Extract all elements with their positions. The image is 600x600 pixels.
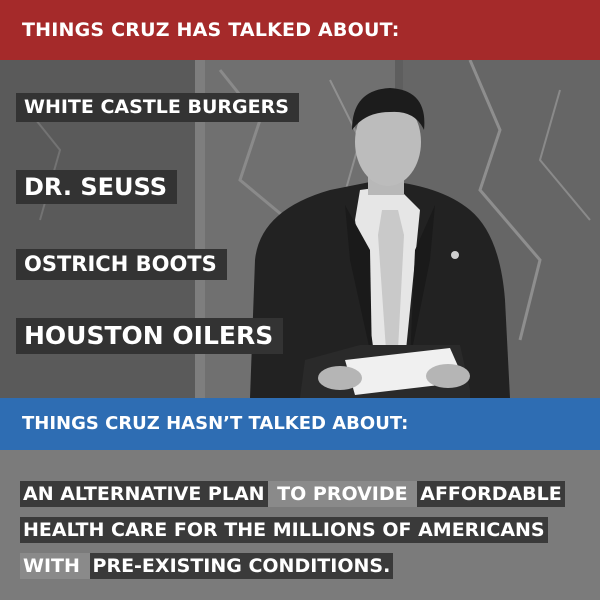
middle-banner: THINGS CRUZ HASN’T TALKED ABOUT: (0, 398, 600, 450)
statement-line-2: HEALTH CARE FOR THE MILLIONS OF AMERICAN… (20, 512, 590, 548)
statement-fragment: AFFORDABLE (417, 481, 565, 507)
statement-fragment: WITH (20, 553, 90, 579)
talked-item-ostrich-boots: OSTRICH BOOTS (16, 249, 227, 281)
talked-item-dr-seuss: DR. SEUSS (16, 170, 177, 205)
statement-fragment: AN ALTERNATIVE PLAN (20, 481, 268, 507)
not-talked-about-heading: THINGS CRUZ HASN’T TALKED ABOUT: (22, 413, 409, 434)
talked-about-heading: THINGS CRUZ HAS TALKED ABOUT: (22, 19, 400, 41)
top-banner: THINGS CRUZ HAS TALKED ABOUT: (0, 0, 600, 60)
statement-fragment: TO PROVIDE (267, 481, 418, 507)
talked-item-white-castle: WHITE CASTLE BURGERS (16, 93, 299, 122)
statement-line-3: WITH PRE-EXISTING CONDITIONS. (20, 548, 590, 584)
statement-fragment: HEALTH CARE FOR THE MILLIONS OF AMERICAN… (20, 517, 548, 543)
talked-item-houston-oilers: HOUSTON OILERS (16, 318, 284, 354)
statement-text: AN ALTERNATIVE PLAN TO PROVIDE AFFORDABL… (20, 476, 590, 584)
statement-fragment: PRE-EXISTING CONDITIONS. (89, 553, 394, 579)
statement-line-1: AN ALTERNATIVE PLAN TO PROVIDE AFFORDABL… (20, 476, 590, 512)
